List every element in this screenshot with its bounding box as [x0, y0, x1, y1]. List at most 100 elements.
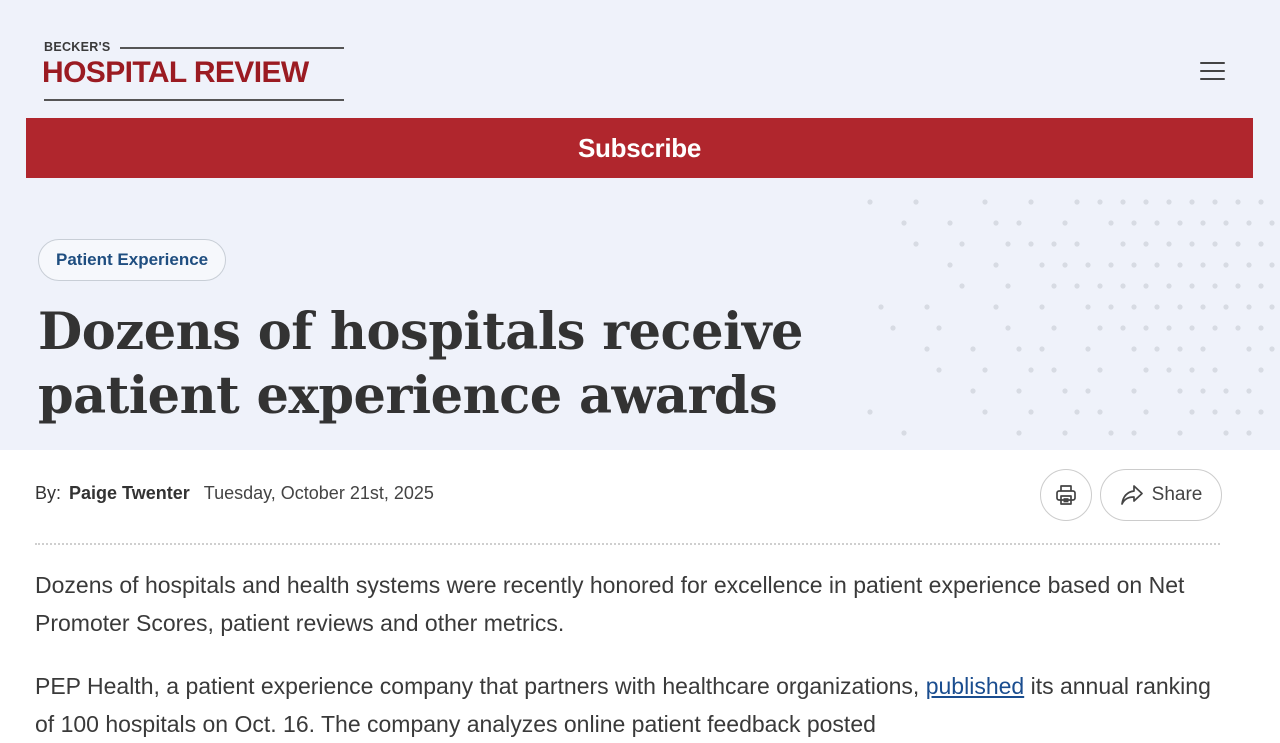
article-paragraph: Dozens of hospitals and health systems w…: [35, 572, 1185, 636]
subscribe-button[interactable]: Subscribe: [26, 118, 1253, 178]
decorative-dot: [959, 283, 965, 289]
decorative-dot: [1246, 388, 1252, 394]
byline-prefix: By:: [35, 483, 62, 503]
print-button[interactable]: [1040, 469, 1092, 521]
decorative-dot: [1120, 325, 1126, 331]
menu-line: [1200, 62, 1225, 64]
decorative-dot: [1223, 304, 1229, 310]
decorative-dot: [1074, 409, 1080, 415]
decorative-dot: [1235, 241, 1241, 247]
decorative-dot: [1269, 304, 1275, 310]
site-logo[interactable]: BECKER'S HOSPITAL REVIEW: [42, 38, 347, 104]
decorative-dot: [1189, 409, 1195, 415]
article-paragraph: PEP Health, a patient experience company…: [35, 667, 1225, 743]
decorative-dot: [1223, 262, 1229, 268]
decorative-dot: [1189, 241, 1195, 247]
decorative-dot: [1108, 262, 1114, 268]
decorative-dot: [959, 241, 965, 247]
decorative-dot: [1212, 367, 1218, 373]
decorative-dot: [1177, 346, 1183, 352]
decorative-dot: [1200, 304, 1206, 310]
decorative-dot: [1085, 262, 1091, 268]
printer-icon: [1056, 485, 1076, 505]
decorative-dot: [993, 220, 999, 226]
decorative-dot: [1166, 283, 1172, 289]
decorative-dot: [947, 220, 953, 226]
decorative-dot: [913, 199, 919, 205]
article-byline: By: Paige Twenter Tuesday, October 21st,…: [35, 483, 434, 504]
category-tag-patient-experience[interactable]: Patient Experience: [38, 239, 227, 281]
decorative-dot: [1005, 325, 1011, 331]
decorative-dot: [1177, 430, 1183, 436]
decorative-dot: [1212, 199, 1218, 205]
decorative-dot: [1120, 199, 1126, 205]
decorative-dot: [1258, 409, 1264, 415]
decorative-dot: [1143, 199, 1149, 205]
decorative-dot: [1154, 346, 1160, 352]
decorative-dot: [1235, 325, 1241, 331]
decorative-dot: [1212, 283, 1218, 289]
decorative-dot: [1212, 409, 1218, 415]
decorative-dot: [1039, 262, 1045, 268]
decorative-dot: [1097, 325, 1103, 331]
decorative-dot: [1131, 220, 1137, 226]
decorative-dot: [1039, 304, 1045, 310]
decorative-dot: [1143, 409, 1149, 415]
decorative-dot: [1097, 283, 1103, 289]
decorative-dot: [1166, 367, 1172, 373]
decorative-dot: [1166, 241, 1172, 247]
decorative-dot: [1235, 283, 1241, 289]
decorative-dot: [1085, 346, 1091, 352]
decorative-dot: [1166, 199, 1172, 205]
decorative-dot: [1051, 325, 1057, 331]
decorative-dot: [1016, 346, 1022, 352]
decorative-dot: [1074, 283, 1080, 289]
decorative-dot: [1120, 241, 1126, 247]
decorative-dot: [867, 199, 873, 205]
author-name[interactable]: Paige Twenter: [69, 483, 190, 503]
logo-hospital-review-text: HOSPITAL REVIEW: [42, 56, 309, 89]
decorative-dot: [1039, 346, 1045, 352]
share-button[interactable]: Share: [1100, 469, 1222, 521]
decorative-dot: [947, 262, 953, 268]
share-label: Share: [1151, 484, 1203, 505]
decorative-dot: [1258, 199, 1264, 205]
decorative-dot: [913, 241, 919, 247]
decorative-dot: [1166, 325, 1172, 331]
decorative-dot: [1051, 241, 1057, 247]
decorative-dot: [1074, 241, 1080, 247]
decorative-dot: [1258, 283, 1264, 289]
publish-date: Tuesday, October 21st, 2025: [203, 483, 434, 503]
decorative-dot: [1189, 367, 1195, 373]
decorative-dot: [1154, 220, 1160, 226]
decorative-dot: [1097, 199, 1103, 205]
decorative-dot: [1131, 262, 1137, 268]
decorative-dot: [1028, 241, 1034, 247]
decorative-dot: [1269, 262, 1275, 268]
decorative-dot: [1212, 325, 1218, 331]
decorative-dot: [1143, 283, 1149, 289]
paragraph-text: PEP Health, a patient experience company…: [35, 673, 926, 699]
decorative-dot: [1235, 409, 1241, 415]
decorative-dot: [1246, 220, 1252, 226]
menu-line: [1200, 78, 1225, 80]
decorative-dot: [1074, 199, 1080, 205]
decorative-dot: [1189, 283, 1195, 289]
decorative-dot: [1051, 367, 1057, 373]
decorative-dot: [1016, 220, 1022, 226]
decorative-dot: [1062, 430, 1068, 436]
decorative-dot: [1258, 325, 1264, 331]
decorative-dot: [1246, 262, 1252, 268]
decorative-dot: [1028, 367, 1034, 373]
decorative-dot: [1131, 346, 1137, 352]
decorative-dot: [1131, 388, 1137, 394]
decorative-dot: [1016, 430, 1022, 436]
decorative-dot: [1005, 283, 1011, 289]
share-arrow-icon: [1120, 485, 1143, 505]
published-link[interactable]: published: [926, 673, 1024, 699]
hamburger-menu-icon[interactable]: [1196, 58, 1228, 86]
decorative-dot: [1085, 304, 1091, 310]
decorative-dot: [901, 220, 907, 226]
decorative-dot: [901, 430, 907, 436]
logo-rule-bottom: [44, 99, 344, 101]
